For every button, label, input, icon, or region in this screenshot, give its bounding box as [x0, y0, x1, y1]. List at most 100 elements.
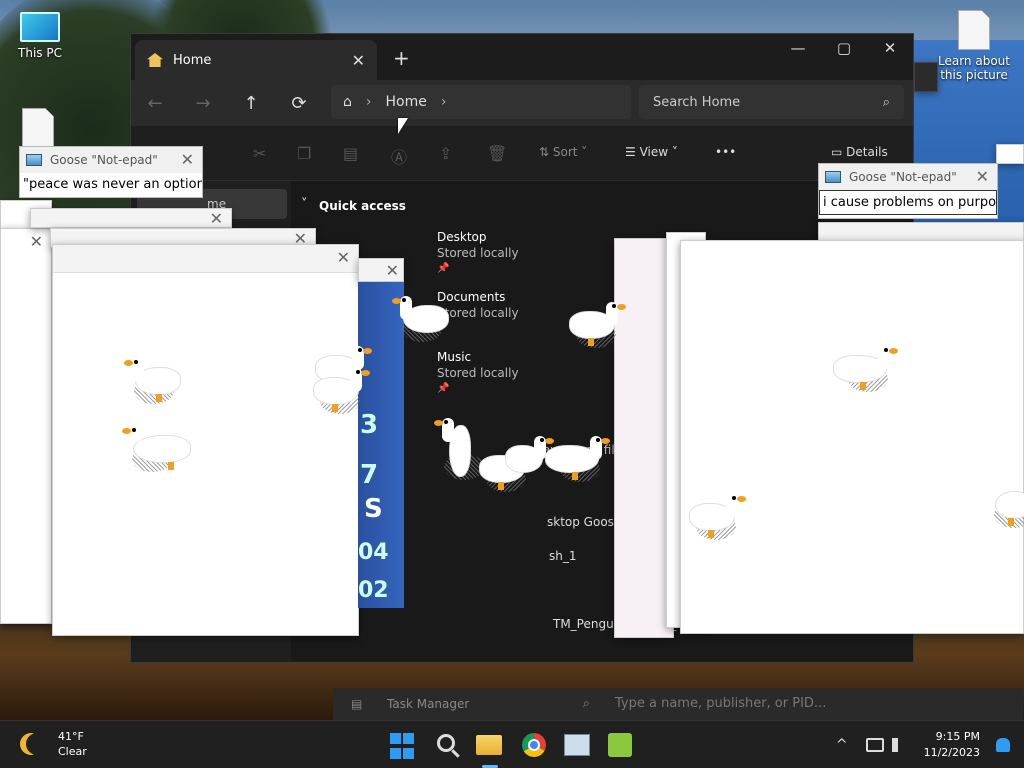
delete-icon[interactable]: 🗑: [487, 144, 507, 163]
notepad-icon: [26, 154, 42, 166]
weather-temp: 41°F: [58, 730, 84, 743]
folder-icon: [476, 735, 502, 755]
quick-access-header[interactable]: Quick access: [319, 199, 406, 213]
maximize-button[interactable]: ▢: [821, 34, 867, 64]
desktop-icon-label: This PC: [18, 46, 62, 60]
back-arrow-icon[interactable]: ←: [131, 93, 179, 114]
item-status: Stored locally: [437, 246, 519, 260]
system-tray: ^ 9:15 PM 11/2/2023: [836, 721, 1024, 768]
task-manager-title: Task Manager: [387, 697, 470, 711]
up-arrow-icon[interactable]: ↑: [227, 93, 275, 114]
desktop-icon-this-pc[interactable]: This PC: [2, 12, 78, 60]
quick-access-item-music[interactable]: Music Stored locally 📌: [437, 349, 519, 397]
number-text: 7: [360, 460, 379, 490]
task-manager-search[interactable]: Type a name, publisher, or PID...: [615, 696, 826, 711]
item-name: Music: [437, 350, 472, 364]
clock-time: 9:15 PM: [935, 730, 980, 743]
quick-access-item-documents[interactable]: Documents Stored locally: [437, 289, 519, 321]
new-tab-button[interactable]: +: [393, 46, 410, 70]
notepad-text[interactable]: "peace was never an option": [20, 173, 202, 196]
taskbar-search-button[interactable]: [434, 731, 462, 759]
close-icon[interactable]: ✕: [181, 150, 194, 169]
number-text: 3: [360, 410, 379, 440]
rename-icon[interactable]: Ⓐ: [391, 144, 407, 168]
tab-label: Home: [173, 52, 212, 68]
quick-access-item-desktop[interactable]: Desktop Stored locally 📌: [437, 229, 519, 277]
notification-bell-icon[interactable]: [996, 738, 1010, 752]
close-icon[interactable]: ✕: [30, 232, 43, 251]
search-placeholder: Search Home: [653, 94, 741, 110]
taskbar-notepad[interactable]: [608, 731, 636, 759]
forward-arrow-icon[interactable]: →: [179, 93, 227, 114]
computer-icon: [20, 12, 60, 42]
pin-icon: 📌: [437, 263, 450, 274]
goose-notepad-right: Goose "Not-epad" ✕ i cause problems on p…: [818, 163, 998, 219]
background-window-edge: [914, 62, 938, 92]
chevron-right-icon[interactable]: ›: [441, 94, 447, 110]
close-button[interactable]: ✕: [867, 34, 913, 64]
view-button[interactable]: ☰ View ˅: [625, 145, 678, 159]
close-icon[interactable]: ✕: [386, 261, 399, 280]
number-text: 02: [358, 578, 389, 603]
taskbar: 41°F Clear ^ 9:15 PM 11/2/2023: [0, 720, 1024, 768]
goose-window-edge: [996, 144, 1024, 164]
home-icon: [147, 53, 163, 67]
taskbar-file-explorer[interactable]: [476, 731, 504, 759]
goose-window-main-left: ✕: [52, 244, 359, 636]
cut-icon[interactable]: ✂: [253, 144, 266, 163]
home-icon: ⌂: [343, 94, 352, 110]
close-icon[interactable]: ✕: [976, 167, 989, 186]
command-bar: ✂ ❐ ▤ Ⓐ ⇪ 🗑 ⇅ Sort ˅ ☰ View ˅ ••• ▭ Deta…: [131, 126, 913, 181]
item-status: Stored locally: [437, 306, 519, 320]
taskbar-task-manager[interactable]: [564, 731, 592, 759]
sort-label: Sort: [552, 145, 578, 159]
sort-button[interactable]: ⇅ Sort ˅: [539, 145, 587, 159]
close-icon[interactable]: ✕: [337, 248, 350, 267]
address-box[interactable]: ⌂ › Home ›: [331, 85, 631, 119]
notepad-text[interactable]: i cause problems on purpose: [819, 190, 997, 215]
pin-icon: 📌: [437, 383, 450, 394]
search-icon: ⌕: [882, 94, 890, 110]
window-header: [53, 245, 358, 273]
explorer-titlebar: Home ✕ + — ▢ ✕: [131, 34, 913, 80]
refresh-icon[interactable]: ⟳: [275, 93, 323, 114]
minimize-button[interactable]: —: [775, 34, 821, 64]
desktop-icon-learn-picture[interactable]: Learn about this picture: [936, 10, 1012, 82]
chrome-icon: [522, 733, 546, 757]
start-button[interactable]: [390, 733, 418, 761]
task-manager-icon: [564, 734, 590, 756]
goose-window: [614, 238, 674, 638]
number-text: 04: [358, 540, 389, 565]
clock[interactable]: 9:15 PM 11/2/2023: [924, 729, 980, 761]
network-icon[interactable]: [865, 738, 884, 752]
notepad-title: Goose "Not-epad": [849, 170, 957, 184]
search-icon: ⌕: [583, 696, 590, 710]
details-label: Details: [846, 145, 888, 159]
speaker-muted-icon[interactable]: [891, 738, 908, 752]
task-manager-icon: ▤: [351, 697, 363, 711]
show-hidden-icons[interactable]: ^: [836, 737, 848, 753]
address-bar-row: ← → ↑ ⟳ ⌂ › Home › Search Home ⌕: [131, 80, 913, 126]
taskbar-chrome[interactable]: [520, 731, 548, 759]
weather-condition: Clear: [58, 745, 87, 758]
paste-icon[interactable]: ▤: [343, 144, 358, 163]
weather-widget[interactable]: 41°F Clear: [20, 729, 87, 759]
search-input[interactable]: Search Home ⌕: [639, 85, 904, 119]
file-icon: [958, 10, 990, 50]
tab-home[interactable]: Home ✕: [135, 40, 377, 80]
breadcrumb-home[interactable]: Home: [386, 94, 427, 110]
close-icon[interactable]: ✕: [210, 209, 223, 228]
mouse-cursor: [398, 118, 408, 134]
recent-item[interactable]: sh_1: [549, 549, 577, 563]
close-tab-icon[interactable]: ✕: [352, 51, 365, 70]
windows-logo-icon: [390, 733, 401, 744]
task-manager-strip: ▤ Task Manager ⌕ Type a name, publisher,…: [333, 688, 1023, 720]
share-icon[interactable]: ⇪: [439, 144, 452, 163]
browser-content: 3 7 S 04 02: [358, 282, 404, 608]
copy-icon[interactable]: ❐: [297, 144, 311, 163]
desktop-icon-label: Learn about this picture: [938, 54, 1010, 82]
goose-window-main-right: [680, 240, 1024, 634]
details-button[interactable]: ▭ Details: [831, 145, 888, 159]
chevron-down-icon[interactable]: ˅: [301, 197, 308, 212]
more-options-icon[interactable]: •••: [715, 145, 736, 159]
